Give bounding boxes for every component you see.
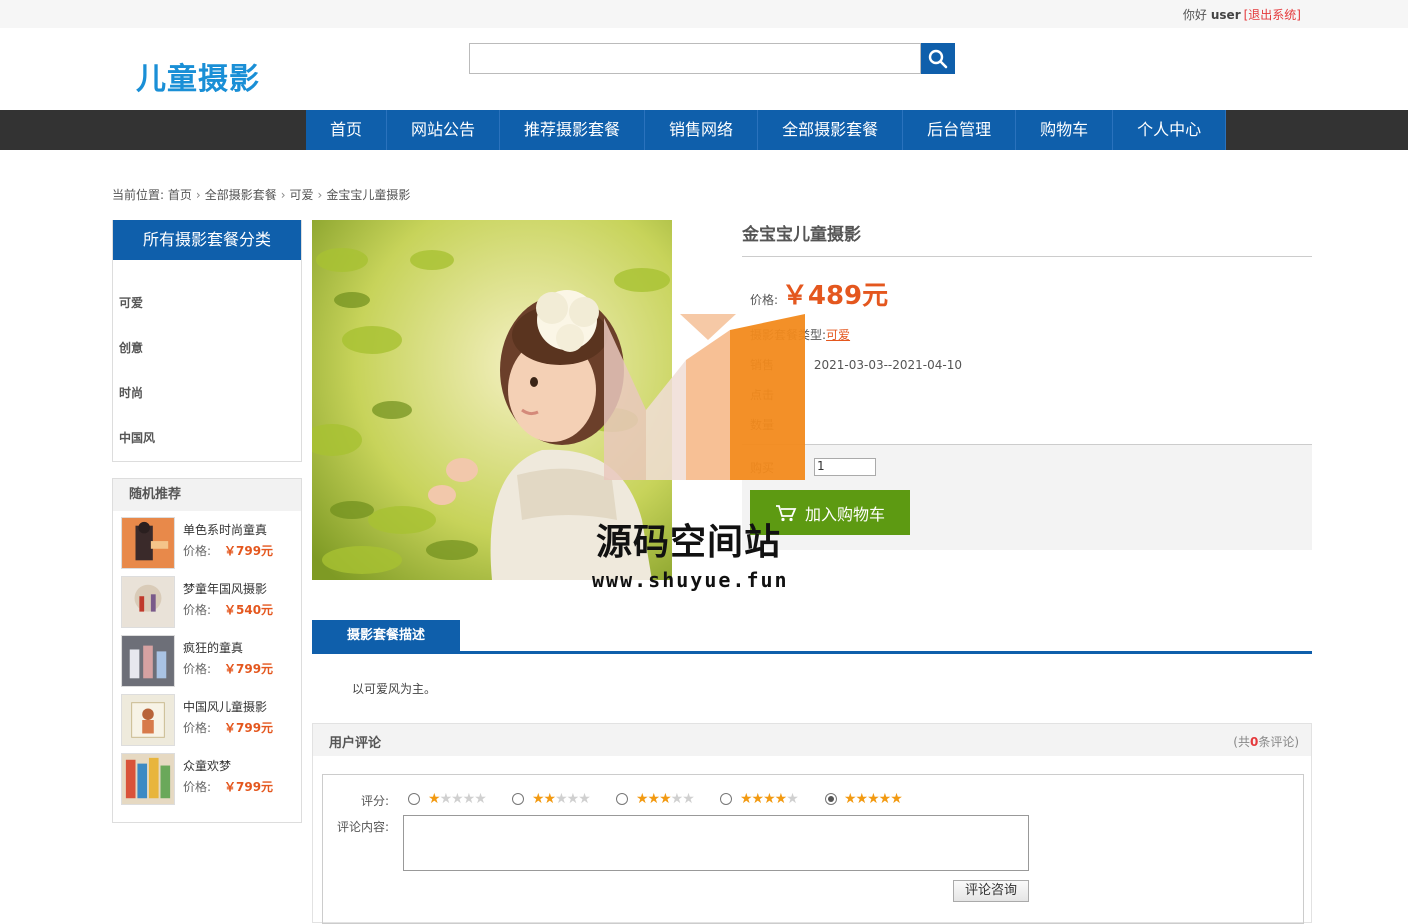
rating-label: 评分: [361,794,390,808]
site-logo[interactable]: 儿童摄影 [136,54,260,98]
recommend-name[interactable]: 中国风儿童摄影 [183,698,267,715]
category-item[interactable]: 可爱 [113,294,301,339]
breadcrumb-home[interactable]: 首页 [168,188,192,202]
rating-radio-3[interactable] [616,793,628,805]
search-icon [928,49,948,68]
logout-link[interactable]: [退出系统] [1244,8,1301,22]
recommend-price-label: 价格: [183,603,212,617]
recommend-price-label: 价格: [183,662,212,676]
recommend-thumbnail[interactable] [121,753,175,805]
category-item[interactable]: 时尚 [113,384,301,429]
recommend-thumbnail[interactable] [121,635,175,687]
comments-count: (共0条评论) [1233,735,1299,749]
user-greeting: 你好 user [退出系统] [1183,6,1301,23]
product-title: 金宝宝儿童摄影 [742,220,1312,257]
comments-header: 用户评论 (共0条评论) [313,724,1311,756]
rating-radio-1[interactable] [408,793,420,805]
recommend-thumbnail[interactable] [121,576,175,628]
rating-stars-1: ★★★★★ [428,791,487,807]
breadcrumb-prefix: 当前位置: [112,188,165,202]
recommend-item[interactable]: 中国风儿童摄影 价格: ￥799元 [113,688,301,747]
breadcrumb: 当前位置: 首页 › 全部摄影套餐 › 可爱 › 金宝宝儿童摄影 [112,188,411,202]
rating-radio-2[interactable] [512,793,524,805]
recommend-thumbnail[interactable] [121,694,175,746]
product-info: 金宝宝儿童摄影 价格: ￥489元 摄影套餐类型:可爱 销售 2021-03-0… [742,220,1312,432]
nav-item-all-packages[interactable]: 全部摄影套餐 [758,110,904,150]
main-nav: 首页 网站公告 推荐摄影套餐 销售网络 全部摄影套餐 后台管理 购物车 个人中心 [0,110,1408,150]
recommend-price: ￥540元 [224,603,274,617]
top-bar: 你好 user [退出系统] [0,0,1408,28]
recommend-item[interactable]: 单色系时尚童真 价格: ￥799元 [113,511,301,570]
description-text: 以可爱风为主。 [352,682,437,696]
nav-item-admin[interactable]: 后台管理 [903,110,1017,150]
nav-item-cart[interactable]: 购物车 [1016,110,1114,150]
submit-comment-button[interactable]: 评论咨询 [953,880,1029,902]
rating-stars-4: ★★★★★ [740,791,799,807]
comments-title: 用户评论 [329,736,382,751]
recommend-price: ￥799元 [224,721,274,735]
comments-section: 用户评论 (共0条评论) 评分: ★★★★★ ★★★★★ ★★★★★ ★★★★★… [312,723,1312,924]
breadcrumb-current: 金宝宝儿童摄影 [326,188,411,202]
product-price: ￥489元 [781,281,889,311]
username: user [1210,8,1241,22]
nav-item-sales-network[interactable]: 销售网络 [645,110,759,150]
watermark-url: www.shuyue.fun [592,568,789,592]
comment-content-label: 评论内容: [337,820,390,834]
search-button[interactable] [921,43,955,74]
category-title: 所有摄影套餐分类 [113,220,301,260]
category-box: 所有摄影套餐分类 可爱 创意 时尚 中国风 [112,220,302,462]
recommend-item[interactable]: 梦童年国风摄影 价格: ￥540元 [113,570,301,629]
comment-textarea[interactable] [403,815,1029,871]
nav-item-recommended[interactable]: 推荐摄影套餐 [500,110,646,150]
search-bar [469,43,955,74]
recommend-item[interactable]: 众童欢梦 价格: ￥799元 [113,747,301,806]
tab-description[interactable]: 摄影套餐描述 [312,620,460,651]
comment-form: 评分: ★★★★★ ★★★★★ ★★★★★ ★★★★★ ★★★★★ 评论内容: … [322,774,1304,924]
rating-radio-4[interactable] [720,793,732,805]
recommend-price: ￥799元 [224,780,274,794]
recommend-name[interactable]: 单色系时尚童真 [183,521,267,538]
search-input[interactable] [469,43,921,74]
recommend-price: ￥799元 [224,662,274,676]
watermark-text: 源码空间站 [596,522,782,563]
breadcrumb-category[interactable]: 可爱 [290,188,314,202]
greeting-text: 你好 [1182,8,1207,22]
add-to-cart-label: 加入购物车 [804,504,885,524]
header: 儿童摄影 [0,28,1408,110]
nav-item-home[interactable]: 首页 [306,110,388,150]
recommend-price-label: 价格: [183,544,212,558]
rating-radio-5[interactable] [825,793,837,805]
nav-item-announcements[interactable]: 网站公告 [387,110,501,150]
nav-item-profile[interactable]: 个人中心 [1113,110,1227,150]
random-recommend-title: 随机推荐 [113,479,301,511]
watermark-logo [604,314,805,480]
price-label: 价格: [750,293,779,307]
category-item[interactable]: 创意 [113,339,301,384]
rating-stars-3: ★★★★★ [636,791,695,807]
rating-stars-2: ★★★★★ [532,791,591,807]
recommend-price-label: 价格: [183,721,212,735]
recommend-name[interactable]: 疯狂的童真 [183,639,243,656]
recommend-name[interactable]: 梦童年国风摄影 [183,580,267,597]
recommend-price: ￥799元 [224,544,274,558]
rating-stars-5: ★★★★★ [844,791,903,807]
breadcrumb-all-packages[interactable]: 全部摄影套餐 [205,188,277,202]
sale-period-value: 2021-03-03--2021-04-10 [813,358,962,372]
category-item[interactable]: 中国风 [113,429,301,474]
recommend-name[interactable]: 众童欢梦 [183,757,231,774]
description-tabs: 摄影套餐描述 [312,620,1312,654]
recommend-price-label: 价格: [183,780,212,794]
recommend-thumbnail[interactable] [121,517,175,569]
sidebar: 所有摄影套餐分类 可爱 创意 时尚 中国风 随机推荐 单色系时尚童真 价格: ￥… [112,220,302,823]
random-recommend-box: 随机推荐 单色系时尚童真 价格: ￥799元 梦童年国风摄影 价格: ￥540元… [112,478,302,823]
price-row: 价格: ￥489元 [750,275,888,312]
recommend-item[interactable]: 疯狂的童真 价格: ￥799元 [113,629,301,688]
